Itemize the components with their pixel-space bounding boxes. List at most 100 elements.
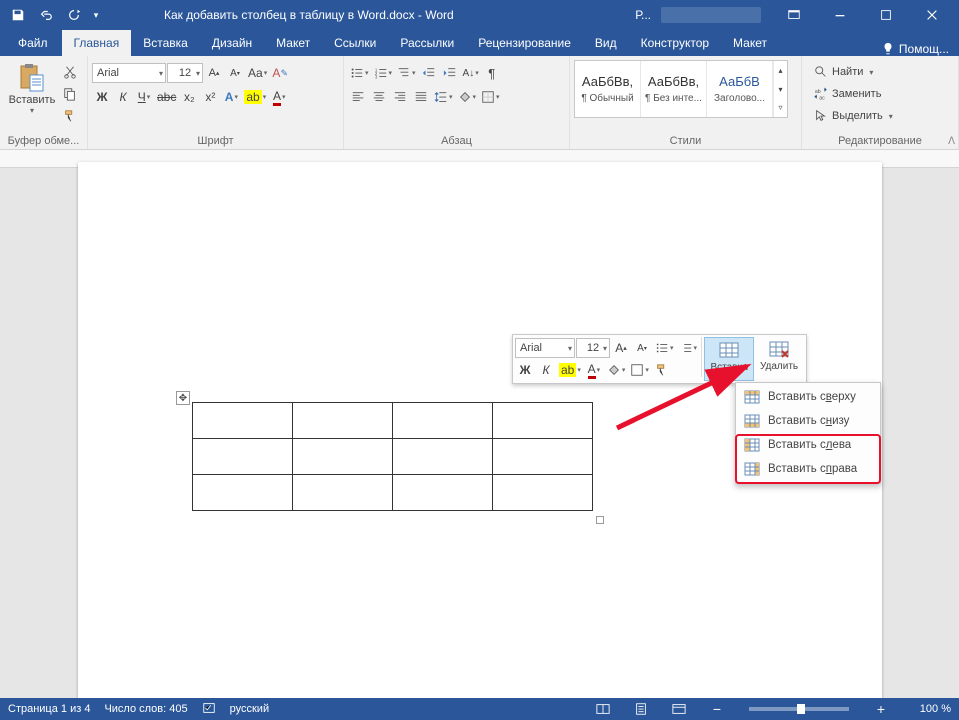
align-left-button[interactable] bbox=[348, 87, 368, 107]
redo-button[interactable] bbox=[60, 0, 88, 30]
bold-button[interactable]: Ж bbox=[92, 87, 112, 107]
gallery-more[interactable]: ▿ bbox=[774, 98, 787, 117]
zoom-out-button[interactable]: − bbox=[705, 698, 729, 720]
table-resize-handle[interactable] bbox=[596, 516, 604, 524]
file-tab[interactable]: Файл bbox=[4, 30, 62, 56]
tell-me[interactable]: Помощ... bbox=[871, 42, 959, 56]
mini-font-color[interactable]: A bbox=[584, 360, 604, 380]
collapse-ribbon-button[interactable]: ᐱ bbox=[948, 136, 955, 147]
status-language[interactable]: русский bbox=[230, 703, 269, 715]
zoom-percent[interactable]: 100 % bbox=[907, 703, 951, 715]
status-proofing[interactable] bbox=[202, 701, 216, 718]
mini-highlight[interactable]: ab bbox=[557, 360, 583, 380]
tab-home[interactable]: Главная bbox=[62, 30, 132, 56]
mini-italic[interactable]: К bbox=[536, 360, 556, 380]
shrink-font-button[interactable]: A▾ bbox=[225, 63, 245, 83]
font-color-button[interactable]: A bbox=[269, 87, 289, 107]
mini-numbering[interactable] bbox=[677, 338, 700, 358]
tab-table-layout[interactable]: Макет bbox=[721, 30, 779, 56]
replace-button[interactable]: abacЗаменить bbox=[812, 84, 895, 104]
style-normal[interactable]: АаБбВв,¶ Обычный bbox=[575, 61, 641, 117]
table-move-handle[interactable]: ✥ bbox=[176, 391, 190, 405]
align-center-button[interactable] bbox=[369, 87, 389, 107]
line-spacing-button[interactable] bbox=[432, 87, 455, 107]
view-web-layout[interactable] bbox=[667, 698, 691, 720]
insert-row-above[interactable]: Вставить сверху bbox=[736, 385, 880, 409]
save-button[interactable] bbox=[4, 0, 32, 30]
shading-button[interactable] bbox=[456, 87, 479, 107]
strikethrough-button[interactable]: abc bbox=[155, 87, 178, 107]
mini-shading[interactable] bbox=[605, 360, 628, 380]
tab-references[interactable]: Ссылки bbox=[322, 30, 388, 56]
clear-format-button[interactable]: A✎ bbox=[270, 63, 290, 83]
undo-button[interactable] bbox=[32, 0, 60, 30]
underline-button[interactable]: Ч bbox=[134, 87, 154, 107]
sort-button[interactable]: A↓ bbox=[461, 63, 481, 83]
view-read-mode[interactable] bbox=[591, 698, 615, 720]
close-button[interactable] bbox=[909, 0, 955, 30]
tab-view[interactable]: Вид bbox=[583, 30, 629, 56]
italic-button[interactable]: К bbox=[113, 87, 133, 107]
minimize-button[interactable] bbox=[817, 0, 863, 30]
gallery-scroll-down[interactable]: ▾ bbox=[774, 80, 787, 99]
insert-col-right[interactable]: Вставить справа bbox=[736, 457, 880, 481]
highlight-button[interactable]: ab bbox=[242, 87, 268, 107]
borders-button[interactable] bbox=[479, 87, 502, 107]
style-no-spacing[interactable]: АаБбВв,¶ Без инте... bbox=[641, 61, 707, 117]
superscript-button[interactable]: x² bbox=[200, 87, 220, 107]
zoom-in-button[interactable]: + bbox=[869, 698, 893, 720]
tab-design[interactable]: Дизайн bbox=[200, 30, 264, 56]
format-painter-button[interactable] bbox=[60, 106, 80, 126]
mini-insert-button[interactable]: Вставка bbox=[704, 337, 754, 381]
grow-font-button[interactable]: A▴ bbox=[204, 63, 224, 83]
subscript-button[interactable]: x₂ bbox=[179, 87, 199, 107]
status-bar: Страница 1 из 4 Число слов: 405 русский … bbox=[0, 698, 959, 720]
account-area[interactable]: Р... bbox=[635, 7, 761, 23]
show-marks-button[interactable]: ¶ bbox=[482, 63, 502, 83]
mini-format-painter[interactable] bbox=[652, 360, 672, 380]
font-size-combo[interactable]: 12▾ bbox=[167, 63, 203, 83]
mini-borders[interactable] bbox=[628, 360, 651, 380]
insert-row-below[interactable]: Вставить снизу bbox=[736, 409, 880, 433]
status-words[interactable]: Число слов: 405 bbox=[104, 703, 187, 715]
multilevel-button[interactable] bbox=[395, 63, 418, 83]
status-page[interactable]: Страница 1 из 4 bbox=[8, 703, 90, 715]
tab-insert[interactable]: Вставка bbox=[131, 30, 200, 56]
mini-font-combo[interactable]: Arial▾ bbox=[515, 338, 575, 358]
select-button[interactable]: Выделить▾ bbox=[812, 106, 895, 126]
ribbon-options-button[interactable] bbox=[771, 0, 817, 30]
change-case-button[interactable]: Aa bbox=[246, 63, 269, 83]
mini-shrink-font[interactable]: A▾ bbox=[632, 338, 652, 358]
tab-table-design[interactable]: Конструктор bbox=[629, 30, 721, 56]
tab-review[interactable]: Рецензирование bbox=[466, 30, 583, 56]
qat-customize-button[interactable]: ▾ bbox=[88, 0, 104, 30]
zoom-thumb[interactable] bbox=[797, 704, 805, 714]
cut-button[interactable] bbox=[60, 62, 80, 82]
copy-button[interactable] bbox=[60, 84, 80, 104]
decrease-indent-button[interactable] bbox=[419, 63, 439, 83]
increase-indent-button[interactable] bbox=[440, 63, 460, 83]
font-name-combo[interactable]: Arial▾ bbox=[92, 63, 166, 83]
window-title: Как добавить столбец в таблицу в Word.do… bbox=[104, 8, 635, 22]
gallery-scroll-up[interactable]: ▴ bbox=[774, 61, 787, 80]
view-print-layout[interactable] bbox=[629, 698, 653, 720]
mini-grow-font[interactable]: A▴ bbox=[611, 338, 631, 358]
tab-mailings[interactable]: Рассылки bbox=[388, 30, 466, 56]
mini-bullets[interactable] bbox=[653, 338, 676, 358]
find-button[interactable]: Найти▾ bbox=[812, 62, 895, 82]
text-effects-button[interactable]: A bbox=[221, 87, 241, 107]
mini-bold[interactable]: Ж bbox=[515, 360, 535, 380]
maximize-button[interactable] bbox=[863, 0, 909, 30]
mini-size-combo[interactable]: 12▾ bbox=[576, 338, 610, 358]
mini-delete-button[interactable]: Удалить bbox=[754, 337, 804, 381]
numbering-button[interactable]: 123 bbox=[372, 63, 395, 83]
tab-layout[interactable]: Макет bbox=[264, 30, 322, 56]
align-right-button[interactable] bbox=[390, 87, 410, 107]
bullets-button[interactable] bbox=[348, 63, 371, 83]
document-table[interactable] bbox=[192, 402, 593, 511]
justify-button[interactable] bbox=[411, 87, 431, 107]
paste-button[interactable]: Вставить ▾ bbox=[4, 58, 60, 115]
insert-col-left[interactable]: Вставить слева bbox=[736, 433, 880, 457]
style-heading1[interactable]: АаБбВЗаголово... bbox=[707, 61, 773, 117]
zoom-slider[interactable] bbox=[749, 707, 849, 711]
